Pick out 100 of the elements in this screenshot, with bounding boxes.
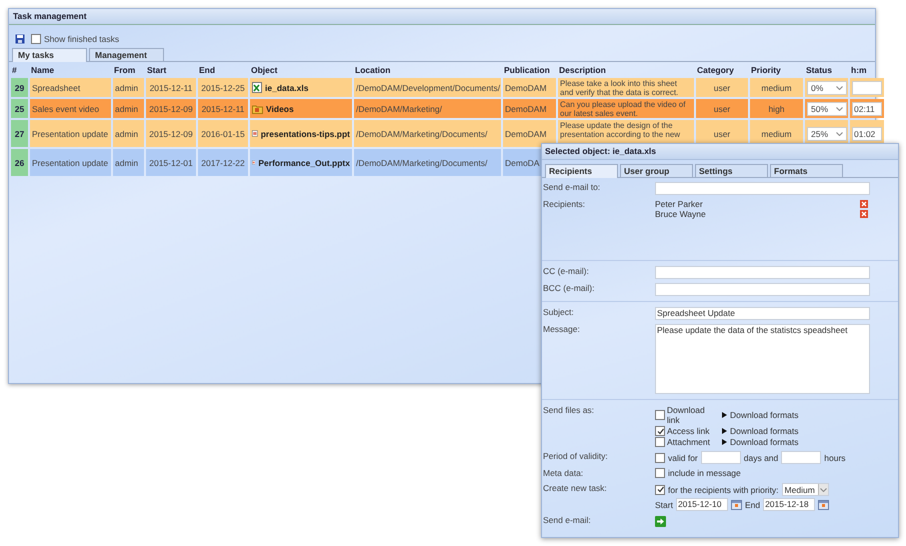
table-cell: 2017-12-22 <box>198 149 248 176</box>
hours-input[interactable] <box>781 451 822 464</box>
checkbox[interactable] <box>655 452 665 462</box>
field-label: Message: <box>542 324 581 334</box>
field-label: BCC (e-mail): <box>542 283 596 293</box>
dialog-title: Selected object: ie_data.xls <box>542 144 898 160</box>
remove-icon[interactable] <box>860 210 868 218</box>
time-field[interactable]: 01:02 <box>852 126 882 140</box>
download-formats-link[interactable]: Download formats <box>730 437 799 447</box>
table-cell: high <box>750 99 803 118</box>
download-formats-link[interactable]: Download formats <box>730 426 799 436</box>
table-cell: DemoDAM <box>503 120 556 147</box>
checkbox[interactable] <box>655 410 665 420</box>
field-label: CC (e-mail): <box>542 266 590 276</box>
table-cell: admin <box>113 120 144 147</box>
chevron-icon <box>836 132 843 136</box>
tab[interactable]: Settings <box>695 164 768 177</box>
start-date-input[interactable]: 2015-12-10 <box>676 498 728 511</box>
bcc-input[interactable] <box>655 283 870 296</box>
table-cell: 2015-12-09 <box>146 120 196 147</box>
option-label: Start <box>655 500 673 510</box>
save-icon[interactable] <box>15 34 25 44</box>
column-header: Category <box>697 65 734 75</box>
table-cell: 2015-12-25 <box>198 78 248 97</box>
checkbox[interactable] <box>655 484 665 494</box>
status-select[interactable]: 50% <box>807 102 847 116</box>
chevron-icon <box>820 488 827 492</box>
time-field[interactable]: 02:11 <box>852 102 882 116</box>
row-number: 26 <box>11 149 28 176</box>
table-cell: DemoDAM <box>503 99 556 118</box>
object-link[interactable]: Videos <box>266 104 294 114</box>
priority-select[interactable]: Medium <box>782 483 829 496</box>
checkbox[interactable] <box>655 468 665 478</box>
column-header: Object <box>251 65 278 75</box>
option-label: valid for <box>668 452 698 462</box>
table-cell: /DemoDAM/Marketing/ <box>354 99 501 118</box>
tab[interactable]: User group <box>620 164 693 177</box>
chevron-icon <box>836 86 843 90</box>
option-label: End <box>744 500 760 510</box>
email-input[interactable] <box>655 182 870 195</box>
column-header: Status <box>806 65 832 75</box>
option-label: include in message <box>668 468 741 478</box>
tab[interactable]: Formats <box>770 164 843 177</box>
tab[interactable]: My tasks <box>12 48 87 62</box>
option-label: for the recipients with priority: <box>668 484 779 494</box>
table-cell: /DemoDAM/Marketing/Documents/ <box>354 120 501 147</box>
table-cell: 2015-12-09 <box>146 99 196 118</box>
remove-icon[interactable] <box>860 200 868 208</box>
checkbox[interactable] <box>655 437 665 447</box>
column-header: Start <box>147 65 166 75</box>
row-number: 27 <box>11 120 28 147</box>
column-header: Priority <box>751 65 781 75</box>
column-header: From <box>114 65 136 75</box>
cc-input[interactable] <box>655 266 870 279</box>
option-label: Attachment <box>667 437 710 447</box>
subject-input[interactable]: Spreadsheet Update <box>655 307 870 320</box>
end-date-input[interactable]: 2015-12-18 <box>763 498 816 511</box>
column-header: h:m <box>851 65 867 75</box>
recipient-name: Bruce Wayne <box>655 209 706 219</box>
option-label: days and <box>744 452 778 462</box>
table-cell: Can you please upload the video of our latest sales event. <box>558 99 694 118</box>
calendar-icon[interactable] <box>730 500 742 510</box>
time-field[interactable] <box>852 80 882 94</box>
table-cell: 2016-01-15 <box>198 120 248 147</box>
table-cell: admin <box>113 99 144 118</box>
days-input[interactable] <box>700 451 741 464</box>
tab[interactable]: Management <box>89 48 164 61</box>
column-header: # <box>12 65 17 75</box>
field-label: Subject: <box>542 307 575 317</box>
table-cell: /DemoDAM/Marketing/Documents/ <box>354 149 501 176</box>
table-cell: admin <box>113 78 144 97</box>
chevron-icon <box>836 106 843 110</box>
field-label: Send e-mail to: <box>542 182 602 192</box>
send-arrow-icon[interactable] <box>655 516 666 527</box>
message-textarea[interactable]: Please update the data of the statistcs speadsheet <box>655 324 870 394</box>
field-label: Recipients: <box>542 199 586 209</box>
column-header: Location <box>355 65 390 75</box>
status-select[interactable]: 0% <box>807 80 847 94</box>
spreadsheet-file-icon <box>252 82 262 93</box>
show-finished-checkbox[interactable] <box>31 34 41 44</box>
download-formats-link[interactable]: Download formats <box>730 410 799 420</box>
field-label: Meta data: <box>542 468 584 478</box>
tab[interactable]: Recipients <box>545 164 618 178</box>
checkbox[interactable] <box>655 426 665 436</box>
calendar-icon[interactable] <box>818 500 830 510</box>
table-cell: Presentation update <box>30 120 111 147</box>
table-cell: 2015-12-01 <box>146 149 196 176</box>
status-select[interactable]: 25% <box>807 126 847 140</box>
table-cell: Presentation update <box>30 149 111 176</box>
field-label: Period of validity: <box>542 451 609 461</box>
expand-icon[interactable] <box>722 412 727 418</box>
table-cell: medium <box>750 78 803 97</box>
column-header: Description <box>559 65 606 75</box>
table-cell: Sales event video <box>30 99 111 118</box>
field-label: Send files as: <box>542 405 596 415</box>
table-cell: Spreadsheet <box>30 78 111 97</box>
column-header: Name <box>31 65 54 75</box>
row-number: 25 <box>11 99 28 118</box>
column-header: Publication <box>504 65 550 75</box>
option-label: Download link <box>666 405 706 425</box>
